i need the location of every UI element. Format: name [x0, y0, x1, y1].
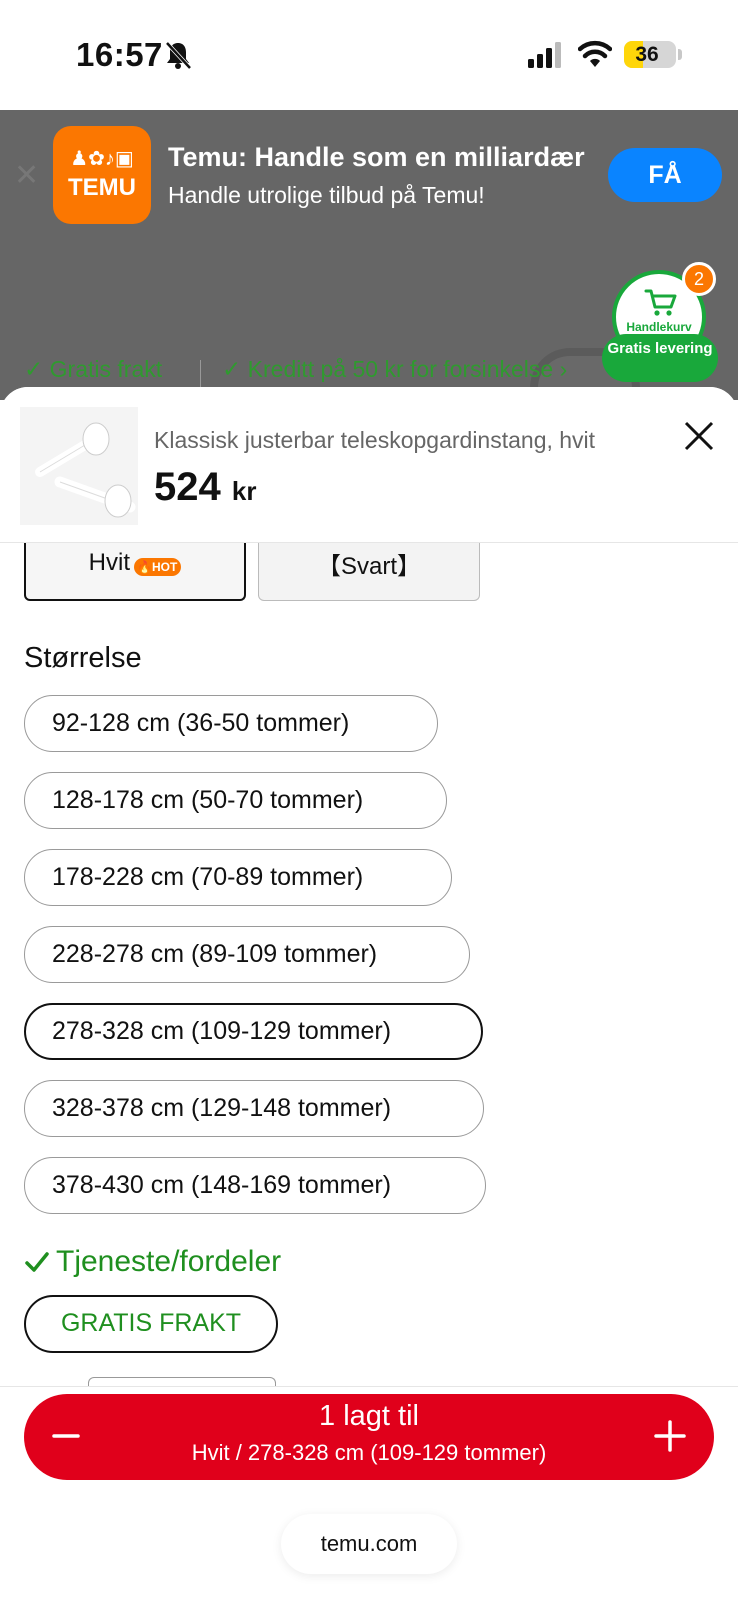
cart-count-badge: 2 [682, 262, 716, 296]
product-thumbnail [20, 407, 138, 525]
benefits-title: Tjeneste/fordeler [24, 1245, 281, 1279]
cellular-signal-icon [528, 42, 561, 68]
product-title: Klassisk justerbar teleskopgardinstang, … [154, 427, 596, 453]
hot-badge: 🔥HOT [134, 558, 182, 576]
wifi-icon [578, 40, 612, 67]
status-time: 16:57 [76, 36, 163, 73]
free-shipping-badge[interactable]: GRATIS FRAKT [24, 1295, 278, 1353]
free-delivery-pill: Gratis levering [602, 334, 718, 382]
banner-subtitle: Handle utrolige tilbud på Temu! [168, 182, 485, 208]
curtain-rod-image [20, 407, 138, 525]
size-option[interactable]: 128-178 cm (50-70 tommer) [24, 772, 447, 829]
size-option[interactable]: 178-228 cm (70-89 tommer) [24, 849, 452, 906]
check-icon [25, 1252, 49, 1272]
get-app-button[interactable]: FÅ [608, 148, 722, 202]
bell-muted-icon [165, 41, 192, 70]
size-section-title: Størrelse [24, 642, 142, 674]
battery-icon: 36 [624, 41, 676, 68]
plus-icon[interactable] [654, 1416, 686, 1456]
url-bar[interactable]: temu.com [281, 1514, 457, 1574]
size-option[interactable]: 328-378 cm (129-148 tommer) [24, 1080, 484, 1137]
cart-label: Handlekurv [626, 320, 692, 334]
size-option-selected[interactable]: 278-328 cm (109-129 tommer) [24, 1003, 483, 1060]
sheet-header: Klassisk justerbar teleskopgardinstang, … [0, 387, 738, 543]
battery-level: 36 [635, 43, 659, 66]
status-bar: 16:57 36 [0, 0, 738, 110]
added-count-label: 1 lagt til [319, 1400, 419, 1432]
banner-close-icon[interactable]: ✕ [14, 158, 39, 193]
size-option[interactable]: 228-278 cm (89-109 tommer) [24, 926, 470, 983]
cart-bubble[interactable]: Handlekurv 2 Gratis levering [600, 262, 720, 388]
add-to-cart-button[interactable]: 1 lagt til Hvit / 278-328 cm (109-129 to… [24, 1394, 714, 1480]
cart-icon [644, 289, 677, 316]
promo-credit[interactable]: ✓ Kreditt på 50 kr for forsinkelse › [222, 356, 567, 383]
promo-free-shipping: ✓ Gratis frakt [24, 356, 163, 382]
size-option[interactable]: 378-430 cm (148-169 tommer) [24, 1157, 486, 1214]
banner-title: Temu: Handle som en milliardær [168, 142, 585, 172]
close-icon[interactable] [682, 419, 716, 453]
temu-app-icon: ♟✿♪▣ TEMU [53, 126, 151, 224]
product-price: 524 kr [154, 465, 257, 509]
selected-variant-label: Hvit / 278-328 cm (109-129 tommer) [191, 1440, 547, 1465]
size-option[interactable]: 92-128 cm (36-50 tommer) [24, 695, 438, 752]
